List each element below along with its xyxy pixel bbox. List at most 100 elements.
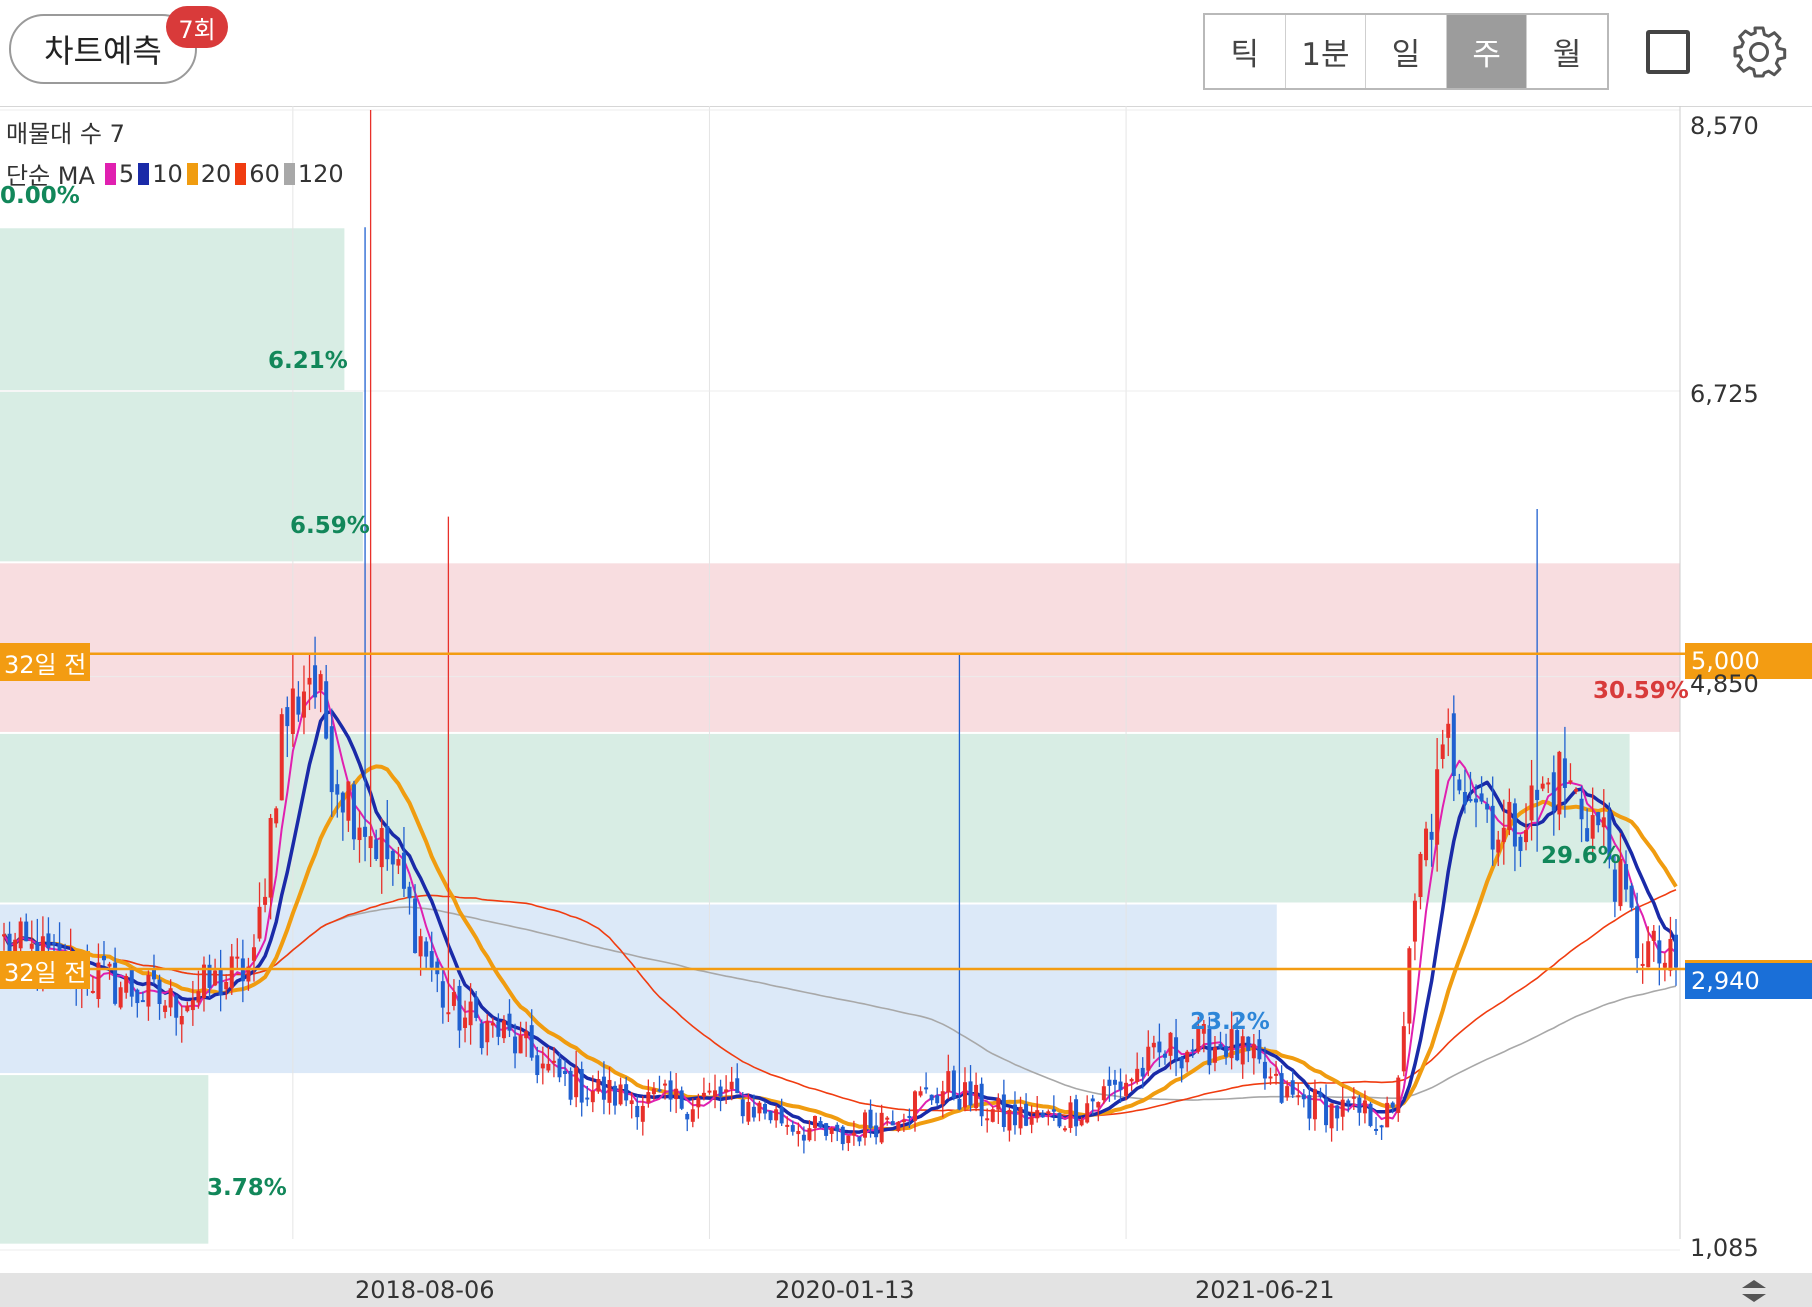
candle-body	[1085, 1103, 1090, 1123]
candle-body	[1301, 1094, 1306, 1100]
candlestick	[624, 1076, 629, 1107]
candlestick	[824, 1122, 829, 1141]
candle-body	[1529, 785, 1534, 821]
candle-body	[607, 1079, 612, 1103]
candle-body	[651, 1088, 656, 1095]
candlestick	[1068, 1095, 1073, 1133]
candlestick	[1674, 919, 1678, 986]
candle-body	[146, 974, 151, 1007]
candle-body	[840, 1126, 845, 1145]
ma-legend-swatch	[235, 162, 247, 185]
candlestick	[924, 1072, 929, 1094]
candlestick	[279, 708, 284, 801]
candle-body	[1340, 1099, 1345, 1117]
candlestick	[768, 1110, 773, 1124]
candle-body	[440, 981, 445, 1008]
candle-body	[185, 1005, 190, 1012]
candlestick	[862, 1109, 867, 1146]
period-tick-button[interactable]: 틱	[1205, 15, 1286, 88]
x-tick: 2020-01-13	[775, 1276, 915, 1304]
candlestick	[940, 1080, 945, 1118]
candle-body	[1557, 751, 1562, 815]
fullscreen-square-icon[interactable]	[1646, 30, 1690, 74]
candle-body	[1324, 1098, 1329, 1126]
candle-body	[174, 995, 179, 1018]
candlestick	[568, 1067, 573, 1106]
candle-body	[996, 1098, 1001, 1110]
candlestick-chart[interactable]	[0, 106, 1812, 1273]
candle-body	[1346, 1100, 1351, 1104]
candle-body	[1479, 793, 1484, 802]
candle-body	[535, 1055, 540, 1076]
candle-body	[657, 1089, 662, 1092]
period-day-button[interactable]: 일	[1366, 15, 1447, 88]
candle-body	[190, 1000, 195, 1011]
candle-body	[1435, 769, 1440, 845]
candlestick	[1001, 1079, 1006, 1132]
candle-body	[307, 677, 312, 685]
candle-body	[24, 921, 29, 942]
candle-body	[324, 681, 329, 739]
candlestick	[962, 1067, 967, 1112]
candle-body	[1046, 1111, 1051, 1115]
candle-body	[1440, 744, 1445, 759]
candle-body	[290, 688, 295, 734]
candle-body	[490, 1023, 495, 1026]
candle-body	[340, 792, 345, 813]
candlestick	[1029, 1105, 1034, 1134]
candlestick	[596, 1070, 601, 1094]
candle-body	[413, 898, 418, 954]
candlestick	[1062, 1125, 1067, 1132]
candle-body	[374, 839, 379, 860]
candle-body	[624, 1084, 629, 1101]
candlestick	[763, 1101, 768, 1120]
candle-body	[1574, 789, 1579, 792]
period-1min-button[interactable]: 1분	[1286, 15, 1367, 88]
candlestick	[668, 1071, 673, 1112]
candlestick	[935, 1087, 940, 1107]
candle-body	[1635, 906, 1640, 959]
candlestick	[990, 1106, 995, 1123]
candle-body	[1551, 772, 1556, 811]
ma-legend-swatch	[138, 162, 150, 185]
candle-body	[768, 1110, 773, 1121]
candle-body	[1596, 812, 1601, 826]
candle-body	[1268, 1076, 1273, 1079]
candle-body	[924, 1087, 929, 1090]
candle-body	[935, 1095, 940, 1104]
candle-body	[763, 1104, 768, 1114]
candle-body	[90, 990, 95, 993]
volume-profile-bar	[0, 563, 1680, 732]
candlestick	[974, 1072, 979, 1112]
candle-body	[1374, 1128, 1379, 1131]
candle-body	[568, 1070, 573, 1100]
candle-body	[1240, 1036, 1245, 1065]
resize-handle-icon[interactable]	[1734, 1278, 1774, 1304]
candle-body	[518, 1035, 523, 1054]
candle-body	[646, 1092, 651, 1103]
candle-body	[196, 991, 201, 1003]
candle-body	[418, 936, 423, 957]
candle-body	[735, 1078, 740, 1094]
candle-body	[1168, 1032, 1173, 1056]
candle-body	[1285, 1086, 1290, 1098]
candlestick	[1085, 1095, 1090, 1124]
candle-body	[1501, 827, 1506, 842]
candle-body	[874, 1125, 879, 1138]
ma-legend-label: 10	[152, 159, 183, 188]
candle-body	[724, 1089, 729, 1093]
candle-body	[968, 1081, 973, 1106]
period-month-button[interactable]: 월	[1527, 15, 1607, 88]
candle-body	[135, 989, 140, 1004]
gear-icon[interactable]	[1731, 24, 1787, 80]
candle-body	[279, 714, 284, 801]
candlestick	[1118, 1068, 1123, 1103]
candle-body	[329, 726, 334, 793]
period-week-button[interactable]: 주	[1446, 15, 1528, 88]
candle-body	[951, 1070, 956, 1099]
candle-body	[1568, 780, 1573, 783]
candle-body	[1040, 1112, 1045, 1118]
candle-body	[1096, 1102, 1101, 1108]
candlestick	[685, 1111, 690, 1132]
candle-body	[1218, 1044, 1223, 1049]
